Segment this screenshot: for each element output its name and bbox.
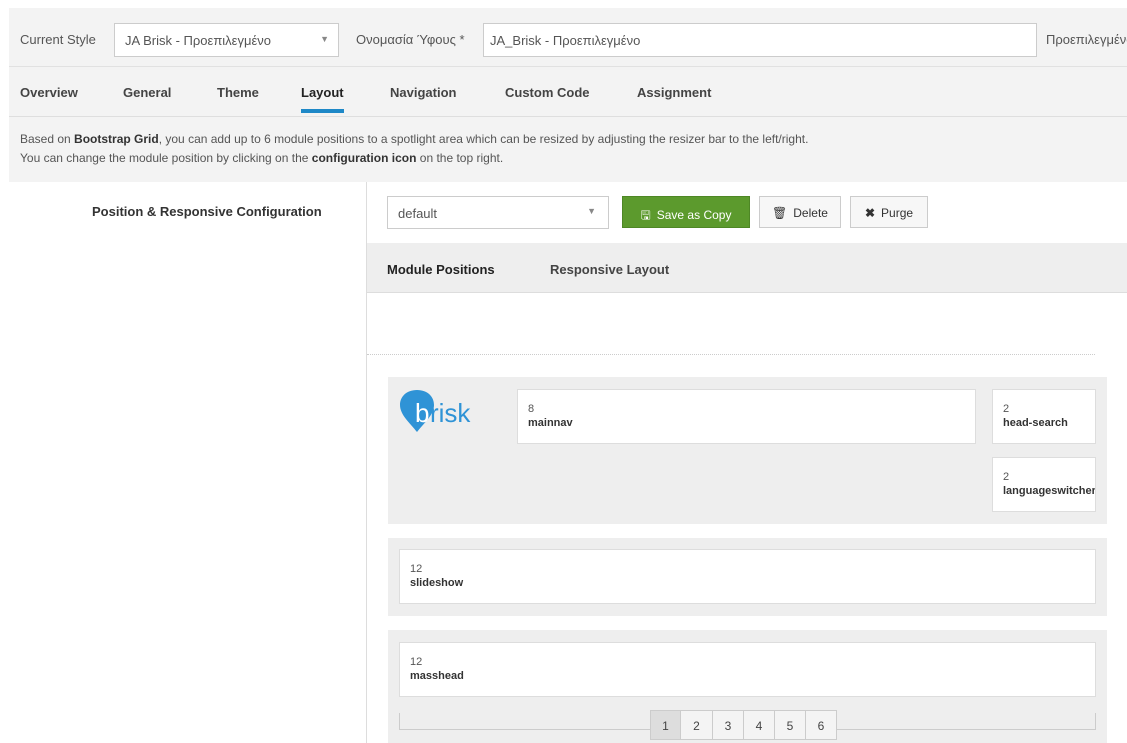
position-languageswitcher[interactable]: 2 languageswitcher (992, 457, 1096, 512)
save-icon: 🖫 (640, 208, 651, 222)
current-style-label: Current Style (20, 32, 96, 47)
help-text: You can change the module position by cl… (20, 151, 312, 165)
help-line-2: You can change the module position by cl… (20, 149, 1127, 168)
layout-select[interactable]: default ▼ (387, 196, 609, 229)
default-style-label[interactable]: Προεπιλεγμένο (1046, 32, 1127, 47)
help-bold-bootstrap: Bootstrap Grid (74, 132, 159, 146)
tab-assignment[interactable]: Assignment (637, 85, 711, 100)
help-bold-config-icon: configuration icon (311, 151, 417, 165)
position-span: 8 (528, 403, 535, 415)
layout-select-value: default (398, 206, 438, 221)
position-name: head-search (1003, 417, 1068, 429)
tab-layout[interactable]: Layout (301, 85, 344, 113)
logo-text: risk (430, 398, 471, 428)
delete-label: Delete (793, 206, 828, 220)
dropdown-caret-icon: ▼ (320, 34, 329, 44)
style-name-label: Ονομασία Ύφους * (356, 32, 465, 47)
position-span: 2 (1003, 471, 1010, 483)
tab-responsive-layout[interactable]: Responsive Layout (550, 262, 669, 277)
close-icon: ✖ (864, 206, 876, 220)
column-count-5[interactable]: 5 (775, 710, 806, 740)
position-slideshow[interactable]: 12 slideshow (399, 549, 1096, 604)
save-as-copy-label: Save as Copy (656, 208, 732, 222)
main-tabs: Overview General Theme Layout Navigation… (9, 67, 1127, 117)
divider (367, 354, 1095, 355)
position-head-search[interactable]: 2 head-search (992, 389, 1096, 444)
help-text: , you can add up to 6 module positions t… (158, 132, 809, 146)
position-span: 2 (1003, 403, 1010, 415)
tab-module-positions[interactable]: Module Positions (387, 262, 495, 302)
position-config-label: Position & Responsive Configuration (92, 204, 322, 219)
trash-icon: 🗑 (772, 206, 788, 220)
position-span: 12 (410, 656, 423, 668)
column-count-3[interactable]: 3 (713, 710, 744, 740)
position-masshead[interactable]: 12 masshead (399, 642, 1096, 697)
style-name-value: JA_Brisk - Προεπιλεγμένο (490, 33, 641, 48)
brisk-logo: b risk (398, 388, 488, 434)
delete-button[interactable]: 🗑 Delete (759, 196, 841, 228)
purge-button[interactable]: ✖ Purge (850, 196, 928, 228)
tab-overview[interactable]: Overview (20, 85, 78, 100)
svg-text:b: b (415, 398, 429, 428)
dropdown-caret-icon: ▼ (587, 206, 596, 216)
column-count-6[interactable]: 6 (806, 710, 837, 740)
column-count-1[interactable]: 1 (650, 710, 681, 740)
style-bar: Current Style JA Brisk - Προεπιλεγμένο ▼… (9, 8, 1127, 67)
current-style-value: JA Brisk - Προεπιλεγμένο (125, 33, 271, 48)
save-as-copy-button[interactable]: 🖫 Save as Copy (622, 196, 750, 228)
tab-theme[interactable]: Theme (217, 85, 259, 100)
layout-subtabs: Module Positions Responsive Layout (367, 243, 1127, 302)
column-count-2[interactable]: 2 (681, 710, 713, 740)
current-style-select[interactable]: JA Brisk - Προεπιλεγμένο ▼ (114, 23, 339, 57)
position-name: slideshow (410, 577, 464, 589)
position-name: masshead (410, 670, 464, 682)
purge-label: Purge (881, 206, 914, 220)
tab-navigation[interactable]: Navigation (390, 85, 456, 100)
position-span: 12 (410, 563, 423, 575)
tab-custom-code[interactable]: Custom Code (505, 85, 590, 100)
layout-help-text: Based on Bootstrap Grid, you can add up … (9, 117, 1127, 182)
tab-general[interactable]: General (123, 85, 171, 100)
position-name: languageswitcher (1003, 485, 1096, 497)
position-name: mainnav (528, 417, 573, 429)
column-count-selector: 1 2 3 4 5 6 (650, 710, 837, 740)
position-mainnav[interactable]: 8 mainnav (517, 389, 976, 444)
help-line-1: Based on Bootstrap Grid, you can add up … (20, 130, 1127, 149)
help-text: Based on (20, 132, 75, 146)
style-name-input[interactable]: JA_Brisk - Προεπιλεγμένο (483, 23, 1037, 57)
column-count-4[interactable]: 4 (744, 710, 775, 740)
help-text: on the top right. (416, 151, 504, 165)
